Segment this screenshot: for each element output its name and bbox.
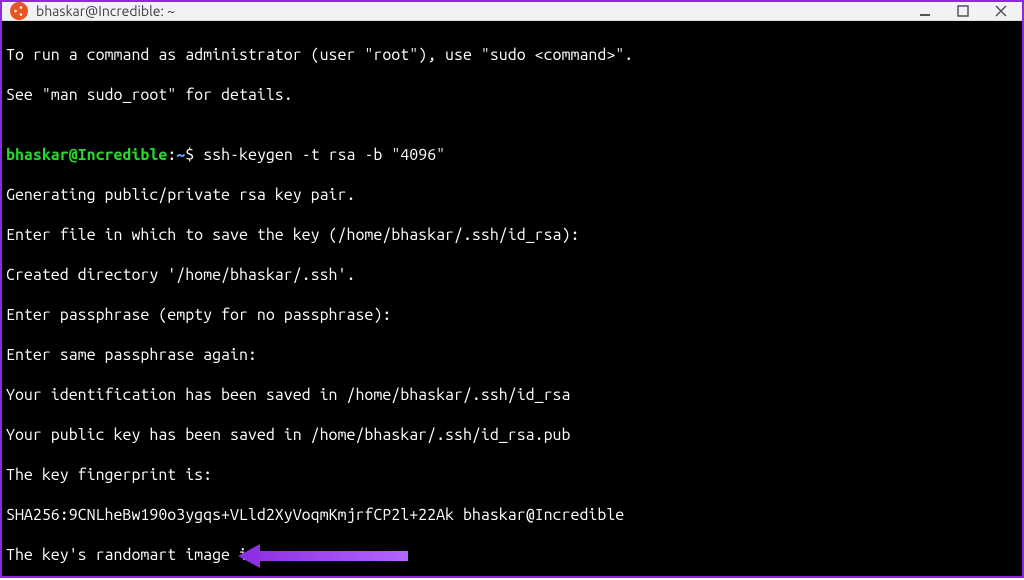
output-line: Generating public/private rsa key pair. [6, 185, 1018, 205]
maximize-button[interactable] [956, 4, 970, 18]
output-line: Your public key has been saved in /home/… [6, 425, 1018, 445]
close-button[interactable] [994, 4, 1008, 18]
ubuntu-logo-icon [10, 2, 28, 20]
output-line: Created directory '/home/bhaskar/.ssh'. [6, 265, 1018, 285]
output-line: The key's randomart image is: [6, 545, 1018, 565]
output-line: Enter same passphrase again: [6, 345, 1018, 365]
close-icon [995, 5, 1007, 17]
output-line: To run a command as administrator (user … [6, 45, 1018, 65]
prompt-user: bhaskar [6, 146, 69, 164]
prompt-host: Incredible [78, 146, 168, 164]
output-line: Enter file in which to save the key (/ho… [6, 225, 1018, 245]
terminal-body[interactable]: To run a command as administrator (user … [2, 21, 1022, 576]
window-controls [918, 4, 1014, 18]
command-input: ssh-keygen -t rsa -b "4096" [203, 146, 445, 164]
window-title: bhaskar@Incredible: ~ [36, 3, 175, 19]
prompt-path: ~ [176, 146, 185, 164]
prompt-line: bhaskar@Incredible:~$ ssh-keygen -t rsa … [6, 145, 1018, 165]
prompt-symbol: $ [185, 146, 194, 164]
output-line: The key fingerprint is: [6, 465, 1018, 485]
output-line: See "man sudo_root" for details. [6, 85, 1018, 105]
maximize-icon [957, 5, 969, 17]
minimize-button[interactable] [918, 4, 932, 18]
terminal-window: bhaskar@Incredible: ~ To run a command a… [0, 0, 1024, 578]
output-line: Your identification has been saved in /h… [6, 385, 1018, 405]
titlebar: bhaskar@Incredible: ~ [2, 2, 1022, 21]
output-line: SHA256:9CNLheBw190o3ygqs+VLld2XyVoqmKmjr… [6, 505, 1018, 525]
minimize-icon [920, 14, 930, 16]
output-line: Enter passphrase (empty for no passphras… [6, 305, 1018, 325]
